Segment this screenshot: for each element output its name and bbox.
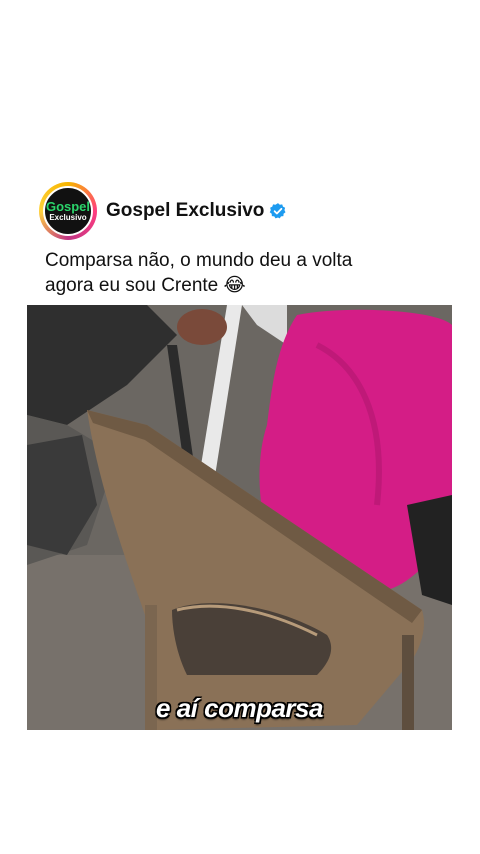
post-caption: Comparsa não, o mundo deu a volta agora …: [45, 248, 445, 298]
video-frame: [27, 305, 452, 730]
video-player[interactable]: e aí comparsa: [27, 305, 452, 730]
avatar-logo-line1: Gospel: [45, 198, 91, 214]
post-header: Gospel Exclusivo Gospel Exclusivo: [39, 180, 459, 242]
verified-badge-icon: [269, 202, 287, 220]
caption-line-1: Comparsa não, o mundo deu a volta: [45, 250, 353, 271]
avatar[interactable]: Gospel Exclusivo: [39, 182, 97, 240]
video-subtitle: e aí comparsa: [156, 693, 323, 723]
account-name[interactable]: Gospel Exclusivo: [106, 200, 264, 222]
avatar-logo-line2: Exclusivo: [49, 212, 87, 222]
caption-line-2: agora eu sou Crente 😂: [45, 275, 246, 296]
avatar-logo: Gospel Exclusivo: [43, 186, 93, 236]
